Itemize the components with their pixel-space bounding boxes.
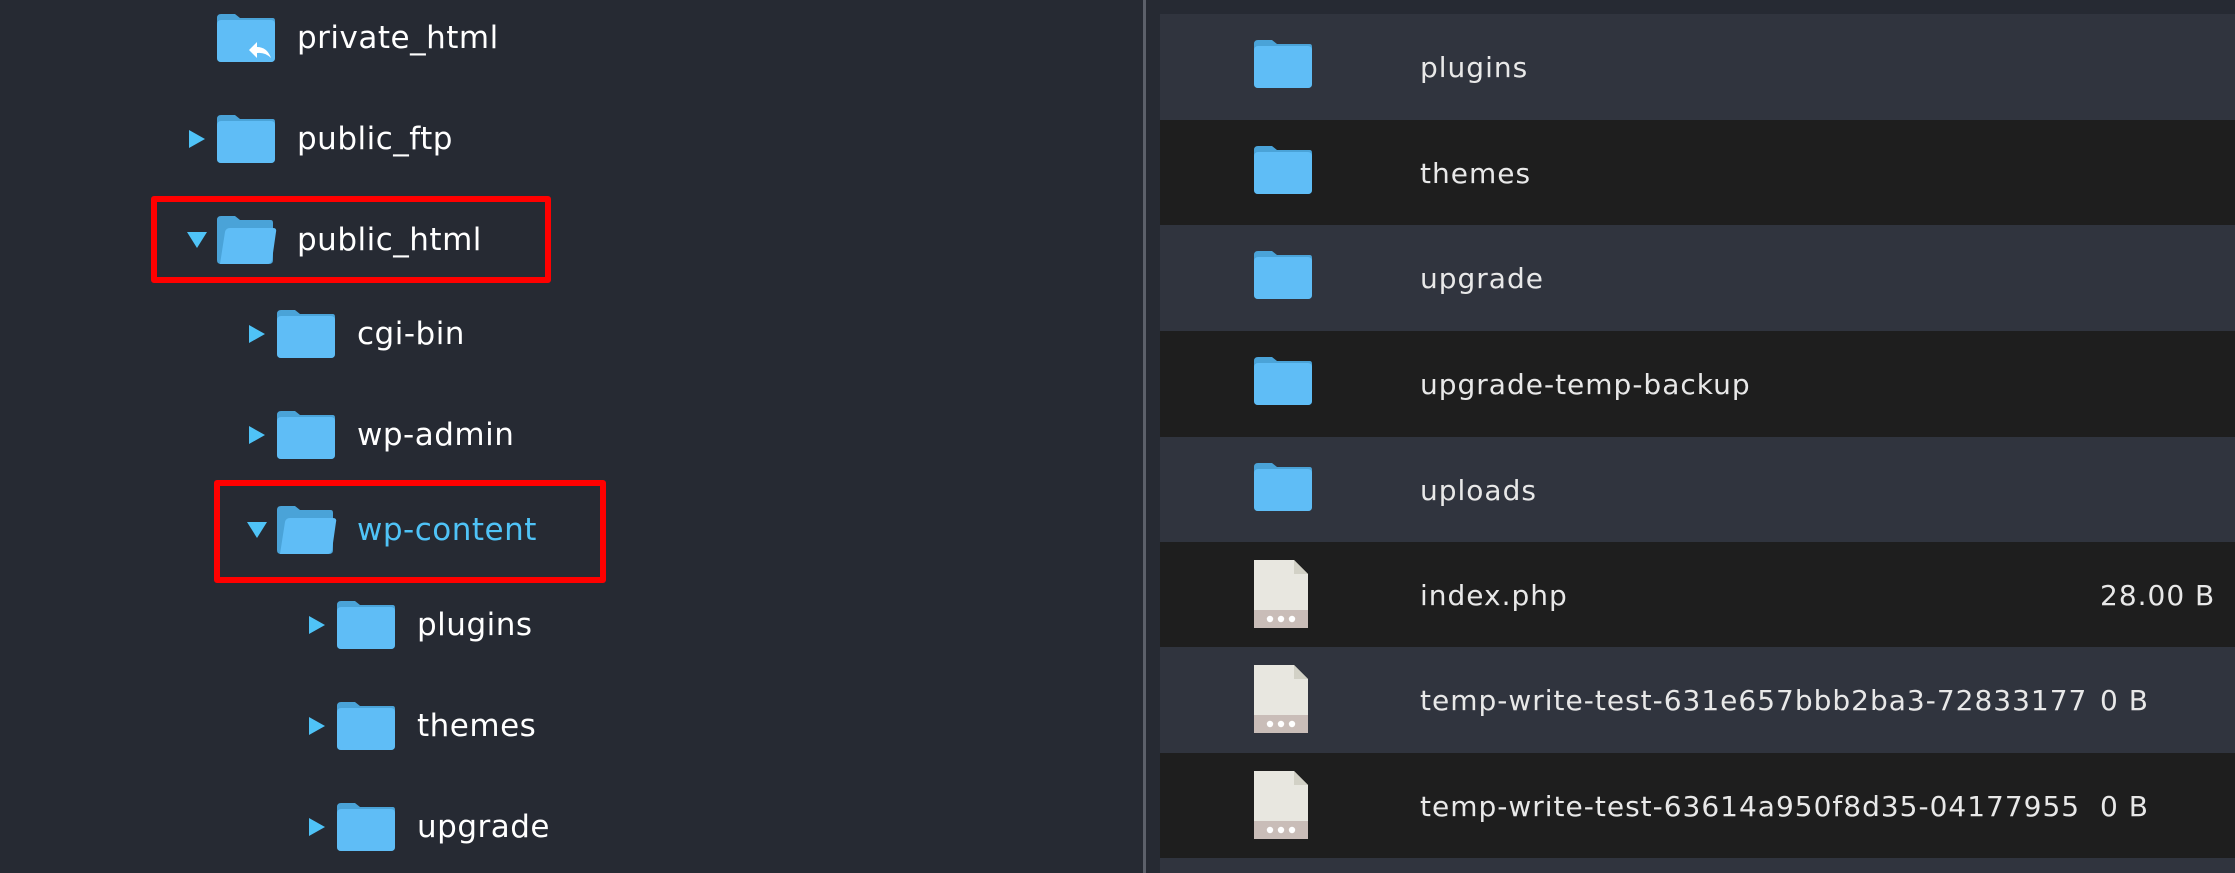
file-row[interactable]: plugins <box>1160 14 2235 120</box>
caret-right-icon[interactable] <box>185 127 209 151</box>
folder-open-icon <box>215 214 277 266</box>
caret-down-icon[interactable] <box>245 518 269 542</box>
tree-node-label: plugins <box>417 607 533 643</box>
file-name: upgrade-temp-backup <box>1420 367 1751 401</box>
file-name: plugins <box>1420 50 1529 84</box>
folder-icon <box>335 801 397 853</box>
caret-down-icon[interactable] <box>185 228 209 252</box>
folder-link-icon <box>215 12 277 64</box>
caret-right-icon[interactable] <box>305 714 329 738</box>
file-row[interactable]: temp-write-test-63614a950f8d35-04177955 … <box>1160 753 2235 859</box>
tree-node-public-ftp[interactable]: public_ftp <box>185 109 453 169</box>
caret-right-icon[interactable] <box>305 613 329 637</box>
tree-node-cgi-bin[interactable]: cgi-bin <box>245 304 465 364</box>
file-name: index.php <box>1420 578 1568 612</box>
tree-node-label: wp-admin <box>357 417 515 453</box>
caret-right-icon[interactable] <box>245 322 269 346</box>
caret-right-icon[interactable] <box>245 423 269 447</box>
tree-node-public-html[interactable]: public_html <box>185 210 482 270</box>
file-row-partial <box>1160 858 2235 873</box>
file-row[interactable]: uploads <box>1160 437 2235 543</box>
tree-node-label: upgrade <box>417 809 550 845</box>
file-row[interactable]: temp-write-test-631e657bbb2ba3-72833177 … <box>1160 647 2235 753</box>
file-row[interactable]: upgrade-temp-backup <box>1160 331 2235 437</box>
tree-node-label: public_html <box>297 222 482 258</box>
caret-right-icon[interactable] <box>305 815 329 839</box>
tree-node-label: public_ftp <box>297 121 453 157</box>
folder-icon <box>275 409 337 461</box>
folder-icon <box>1252 249 1314 307</box>
folder-icon <box>215 113 277 165</box>
tree-node-private-html[interactable]: private_html <box>185 8 499 68</box>
tree-node-wp-content[interactable]: wp-content <box>245 500 537 560</box>
folder-icon <box>275 308 337 360</box>
file-row[interactable]: index.php 28.00 B <box>1160 542 2235 648</box>
tree-node-themes[interactable]: themes <box>305 696 536 756</box>
file-icon <box>1252 769 1314 839</box>
tree-node-label: cgi-bin <box>357 316 465 352</box>
folder-icon <box>1252 355 1314 413</box>
file-name: upgrade <box>1420 261 1544 295</box>
file-row[interactable]: themes <box>1160 120 2235 226</box>
file-size: 0 B <box>2100 683 2149 717</box>
tree-node-wp-admin[interactable]: wp-admin <box>245 405 514 465</box>
file-name: temp-write-test-631e657bbb2ba3-72833177 <box>1420 683 2088 717</box>
folder-icon <box>1252 38 1314 96</box>
folder-icon <box>335 700 397 752</box>
file-name: themes <box>1420 156 1532 190</box>
tree-node-label: themes <box>417 708 537 744</box>
tree-node-upgrade[interactable]: upgrade <box>305 797 550 857</box>
file-list-panel: plugins themes upgrade upgrade-temp-back… <box>1146 0 2235 873</box>
file-name: uploads <box>1420 473 1537 507</box>
file-row[interactable]: upgrade <box>1160 225 2235 331</box>
folder-tree-panel: private_html public_ftp public_html cgi-… <box>0 0 1143 873</box>
folder-open-icon <box>275 504 337 556</box>
folder-icon <box>335 599 397 651</box>
file-icon <box>1252 558 1314 628</box>
folder-icon <box>1252 461 1314 519</box>
tree-node-label: private_html <box>297 20 499 56</box>
tree-node-plugins[interactable]: plugins <box>305 595 533 655</box>
file-name: temp-write-test-63614a950f8d35-04177955 <box>1420 789 2081 823</box>
file-size: 28.00 B <box>2100 578 2216 612</box>
file-icon <box>1252 663 1314 733</box>
tree-node-label: wp-content <box>357 512 537 548</box>
file-size: 0 B <box>2100 789 2149 823</box>
folder-icon <box>1252 144 1314 202</box>
